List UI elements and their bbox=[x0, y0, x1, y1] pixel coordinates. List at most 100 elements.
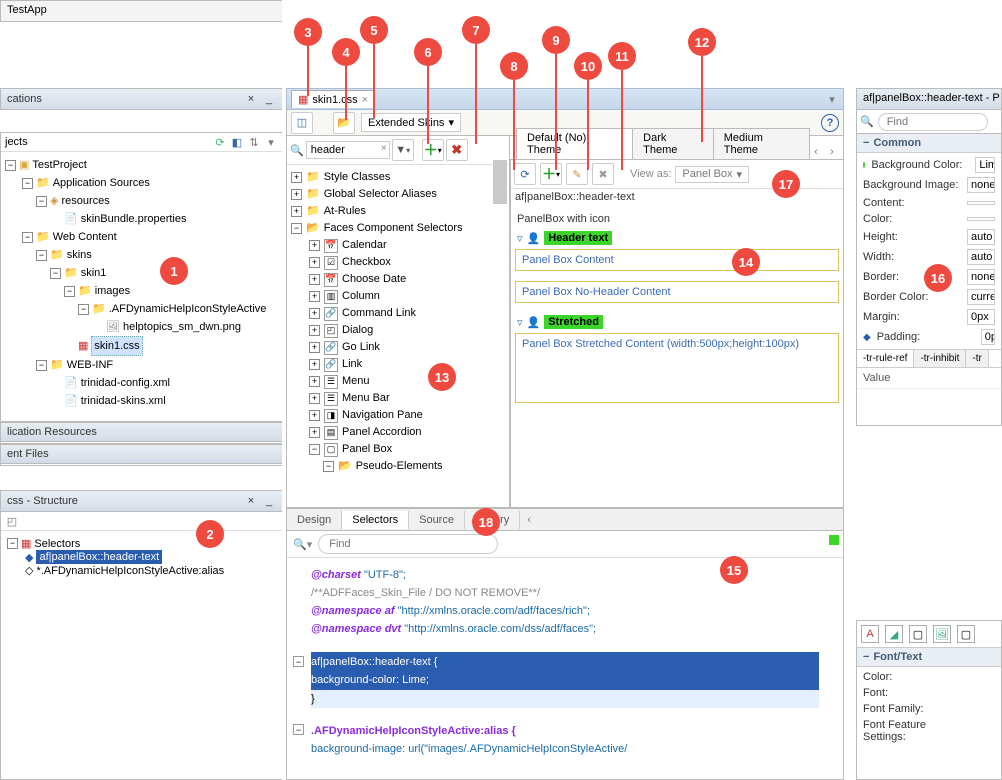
expander-icon[interactable]: − bbox=[36, 250, 47, 261]
font-color-icon[interactable]: A bbox=[861, 625, 879, 643]
fill-icon[interactable]: ◢ bbox=[885, 625, 903, 643]
expander-icon[interactable]: − bbox=[22, 232, 33, 243]
selectors-root[interactable]: Selectors bbox=[34, 538, 80, 550]
expander-icon[interactable]: + bbox=[309, 410, 320, 421]
tree-root[interactable]: TestProject bbox=[32, 156, 86, 174]
sel-calendar[interactable]: Calendar bbox=[342, 237, 387, 254]
filter-button[interactable]: ▼▾ bbox=[392, 139, 414, 161]
sel-menu-bar[interactable]: Menu Bar bbox=[342, 390, 390, 407]
expander-icon[interactable]: + bbox=[309, 342, 320, 353]
tree-bundle[interactable]: skinBundle.properties bbox=[81, 210, 187, 228]
expander-icon[interactable]: − bbox=[863, 651, 869, 663]
tree-skin-css[interactable]: skin1.css bbox=[91, 336, 142, 356]
selector-1[interactable]: af|panelBox::header-text bbox=[36, 550, 162, 564]
width-value[interactable]: auto bbox=[967, 249, 995, 265]
sel-menu[interactable]: Menu bbox=[342, 373, 370, 390]
minimize-icon[interactable]: _ bbox=[262, 92, 276, 106]
sel-at-rules[interactable]: At-Rules bbox=[324, 203, 366, 220]
extended-skins-dropdown[interactable]: Extended Skins ▾ bbox=[361, 113, 461, 132]
sel-go-link[interactable]: Go Link bbox=[342, 339, 380, 356]
disclosure-icon[interactable]: ▿ bbox=[517, 232, 523, 245]
application-selector[interactable]: TestApp bbox=[0, 0, 282, 22]
expander-icon[interactable]: − bbox=[36, 360, 47, 371]
sel-checkbox[interactable]: Checkbox bbox=[342, 254, 391, 271]
padding-value[interactable]: 0px bbox=[981, 329, 995, 345]
tree-trinidad-skins[interactable]: trinidad-skins.xml bbox=[81, 392, 166, 410]
tr-rule-ref-tab[interactable]: -tr-rule-ref bbox=[857, 350, 914, 367]
expander-icon[interactable]: + bbox=[309, 240, 320, 251]
expander-icon[interactable]: − bbox=[291, 223, 302, 234]
tree-dyn-icon[interactable]: .AFDynamicHelpIconStyleActive bbox=[109, 300, 267, 318]
sel-global-aliases[interactable]: Global Selector Aliases bbox=[324, 186, 437, 203]
tree-skins[interactable]: skins bbox=[67, 246, 92, 264]
expander-icon[interactable]: + bbox=[309, 308, 320, 319]
source-find-input[interactable] bbox=[318, 534, 498, 554]
expander-icon[interactable]: + bbox=[309, 291, 320, 302]
tree-app-sources[interactable]: Application Sources bbox=[53, 174, 150, 192]
view-as-dropdown[interactable]: Panel Box ▾ bbox=[675, 166, 749, 183]
expander-icon[interactable]: − bbox=[78, 304, 89, 315]
sel-panel-accordion[interactable]: Panel Accordion bbox=[342, 424, 422, 441]
expander-icon[interactable]: − bbox=[323, 461, 334, 472]
border-color-value[interactable]: curre bbox=[967, 289, 995, 305]
delete-selector-button[interactable]: ✖ bbox=[446, 139, 468, 161]
app-resources-panel[interactable]: lication Resources bbox=[0, 422, 282, 444]
close-icon[interactable]: × bbox=[244, 92, 258, 106]
close-icon[interactable]: × bbox=[362, 94, 368, 106]
help-icon[interactable]: ? bbox=[821, 114, 839, 132]
expander-icon[interactable]: − bbox=[5, 160, 16, 171]
edit-preview-button[interactable]: ✎ bbox=[566, 163, 588, 185]
border-value[interactable]: none bbox=[967, 269, 995, 285]
selector-search-input[interactable] bbox=[306, 141, 390, 159]
selector-2[interactable]: *.AFDynamicHelpIconStyleActive:alias bbox=[36, 565, 224, 577]
source-code[interactable]: @charset "UTF-8"; /**ADFFaces_Skin_File … bbox=[287, 558, 843, 766]
expander-icon[interactable]: + bbox=[291, 172, 302, 183]
expander-icon[interactable]: + bbox=[309, 427, 320, 438]
content-value[interactable] bbox=[967, 201, 995, 205]
image-icon[interactable]: 🖼 bbox=[933, 625, 951, 643]
sel-command-link[interactable]: Command Link bbox=[342, 305, 416, 322]
filter-icon[interactable]: ◧ bbox=[230, 135, 244, 149]
sort-icon[interactable]: ⇅ bbox=[247, 135, 261, 149]
box2-icon[interactable]: ▢ bbox=[957, 625, 975, 643]
tabs-nav-icon[interactable]: ‹ bbox=[522, 513, 536, 527]
expander-icon[interactable]: + bbox=[309, 257, 320, 268]
sel-panel-box[interactable]: Panel Box bbox=[342, 441, 392, 458]
tree-help-png[interactable]: helptopics_sm_dwn.png bbox=[123, 318, 241, 336]
bg-color-value[interactable]: Lime bbox=[975, 157, 995, 173]
refresh-preview-button[interactable]: ⟳ bbox=[514, 163, 536, 185]
expander-icon[interactable]: + bbox=[291, 189, 302, 200]
expander-icon[interactable]: − bbox=[863, 137, 869, 149]
theme-tab-default[interactable]: Default (No) Theme bbox=[516, 128, 633, 159]
theme-tab-medium[interactable]: Medium Theme bbox=[713, 128, 810, 159]
design-tab[interactable]: Design bbox=[287, 511, 342, 529]
disclosure-icon[interactable]: ▿ bbox=[517, 316, 523, 329]
sel-link[interactable]: Link bbox=[342, 356, 362, 373]
source-tab[interactable]: Source bbox=[409, 511, 465, 529]
clear-search-icon[interactable]: × bbox=[381, 143, 387, 154]
sel-choose-date[interactable]: Choose Date bbox=[342, 271, 406, 288]
sel-dialog[interactable]: Dialog bbox=[342, 322, 373, 339]
tree-resources[interactable]: resources bbox=[61, 192, 109, 210]
expander-icon[interactable]: − bbox=[50, 268, 61, 279]
fold-icon[interactable]: − bbox=[293, 724, 304, 735]
selectors-tab[interactable]: Selectors bbox=[342, 511, 409, 529]
toggle-panel-button[interactable]: ◫ bbox=[291, 112, 313, 134]
tab-menu-icon[interactable]: ▾ bbox=[825, 92, 839, 106]
sel-nav-pane[interactable]: Navigation Pane bbox=[342, 407, 423, 424]
sel-pseudo-elements[interactable]: Pseudo-Elements bbox=[356, 458, 443, 475]
expander-icon[interactable]: + bbox=[291, 206, 302, 217]
tree-images[interactable]: images bbox=[95, 282, 130, 300]
expander-icon[interactable]: − bbox=[22, 178, 33, 189]
fold-icon[interactable]: − bbox=[293, 656, 304, 667]
menu-icon[interactable]: ▾ bbox=[264, 135, 278, 149]
add-preview-button[interactable]: ＋▾ bbox=[540, 163, 562, 185]
expander-icon[interactable]: + bbox=[309, 393, 320, 404]
minimize-icon[interactable]: _ bbox=[262, 494, 276, 508]
property-find-input[interactable] bbox=[878, 113, 988, 131]
sel-faces-component[interactable]: Faces Component Selectors bbox=[324, 220, 463, 237]
add-selector-button[interactable]: ＋▾ bbox=[422, 139, 444, 161]
height-value[interactable]: auto bbox=[967, 229, 995, 245]
tree-trinidad-config[interactable]: trinidad-config.xml bbox=[81, 374, 170, 392]
delete-preview-button[interactable]: ✖ bbox=[592, 163, 614, 185]
